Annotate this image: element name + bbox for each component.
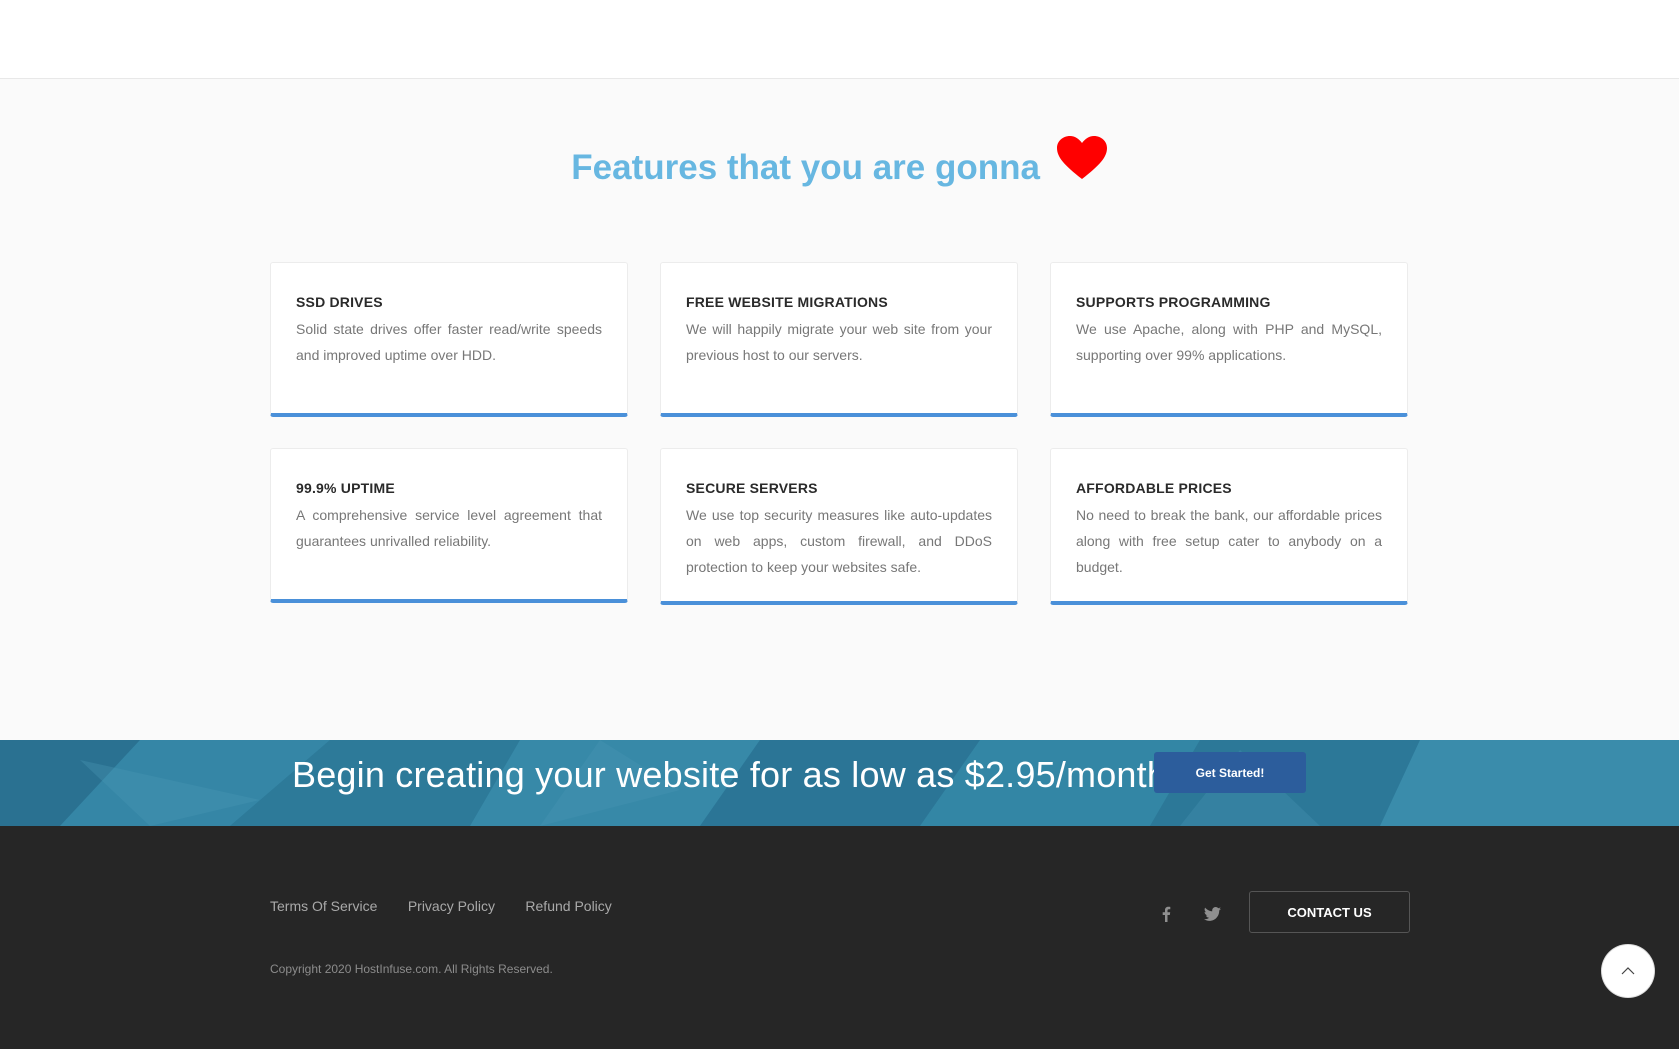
cta-banner: Begin creating your website for as low a… [0, 740, 1679, 826]
heart-icon [1056, 135, 1108, 190]
get-started-button[interactable]: Get Started! [1154, 752, 1306, 793]
feature-card-title: 99.9% UPTIME [296, 480, 395, 496]
footer-link-refund[interactable]: Refund Policy [525, 898, 611, 914]
back-to-top-button[interactable] [1602, 945, 1654, 997]
feature-card-ssd: SSD DRIVES Solid state drives offer fast… [270, 262, 628, 417]
cta-text: Begin creating your website for as low a… [292, 754, 1168, 795]
twitter-icon[interactable] [1200, 902, 1224, 926]
feature-card-text: No need to break the bank, our affordabl… [1076, 507, 1382, 575]
features-heading: Features that you are gonna [0, 135, 1679, 190]
facebook-icon[interactable] [1154, 902, 1178, 926]
contact-us-button[interactable]: CONTACT US [1249, 891, 1410, 933]
feature-card-programming: SUPPORTS PROGRAMMING We use Apache, alon… [1050, 262, 1408, 417]
feature-card-title: AFFORDABLE PRICES [1076, 480, 1232, 496]
feature-card-text: Solid state drives offer faster read/wri… [296, 321, 602, 363]
features-heading-text: Features that you are gonna [571, 148, 1040, 187]
header-bar [0, 0, 1679, 79]
footer-link-privacy[interactable]: Privacy Policy [408, 898, 495, 914]
features-section: Features that you are gonna SSD DRIVES S… [0, 79, 1679, 740]
feature-card-text: We use Apache, along with PHP and MySQL,… [1076, 321, 1382, 363]
copyright-text: Copyright 2020 HostInfuse.com. All Right… [270, 962, 553, 976]
feature-card-text: We use top security measures like auto-u… [686, 507, 992, 575]
chevron-up-icon [1621, 962, 1635, 980]
feature-card-title: SUPPORTS PROGRAMMING [1076, 294, 1271, 310]
feature-card-prices: AFFORDABLE PRICES No need to break the b… [1050, 448, 1408, 605]
footer-link-terms[interactable]: Terms Of Service [270, 898, 377, 914]
footer: Terms Of Service Privacy Policy Refund P… [0, 826, 1679, 1049]
feature-card-migrations: FREE WEBSITE MIGRATIONS We will happily … [660, 262, 1018, 417]
feature-card-title: SSD DRIVES [296, 294, 383, 310]
feature-card-security: SECURE SERVERS We use top security measu… [660, 448, 1018, 605]
feature-card-uptime: 99.9% UPTIME A comprehensive service lev… [270, 448, 628, 603]
page: Features that you are gonna SSD DRIVES S… [0, 0, 1679, 1049]
feature-card-text: A comprehensive service level agreement … [296, 507, 602, 549]
feature-card-title: FREE WEBSITE MIGRATIONS [686, 294, 888, 310]
feature-card-text: We will happily migrate your web site fr… [686, 321, 992, 363]
feature-card-title: SECURE SERVERS [686, 480, 818, 496]
footer-links: Terms Of Service Privacy Policy Refund P… [270, 898, 638, 916]
